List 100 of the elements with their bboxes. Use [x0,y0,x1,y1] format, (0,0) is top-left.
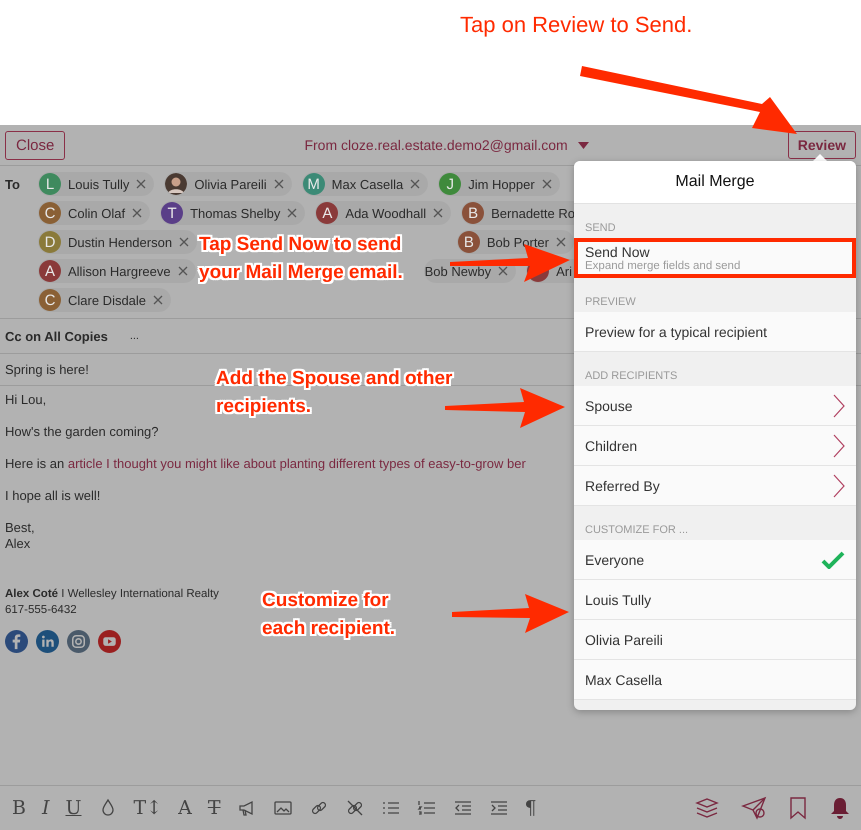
instagram-icon[interactable] [67,630,90,653]
remove-icon[interactable] [542,179,552,189]
linkedin-icon[interactable] [36,630,59,653]
chevron-icon [833,474,845,498]
format-button[interactable]: U [65,797,82,819]
caret-icon[interactable] [578,142,589,148]
recipient-name: Clare Disdale [68,292,146,308]
avatar: T [161,202,184,224]
remove-icon[interactable] [132,208,142,218]
menu-item[interactable]: Preview for a typical recipient [574,312,856,352]
remove-icon[interactable] [410,179,420,189]
recipient-name: Bob Newby [424,264,492,278]
remove-icon[interactable] [179,237,190,247]
recipient-name: Thomas Shelby [190,206,280,220]
recipient-name: Allison Hargreeve [68,264,171,278]
item-title: Children [585,438,638,454]
remove-icon[interactable] [498,266,508,276]
item-title: Max Casella [585,672,662,688]
avatar: A [316,202,338,224]
avatar: A [39,260,61,282]
recipient-chip[interactable]: C Clare Disdale [38,288,172,312]
signature-line: Alex Coté I Wellesley International Realty [5,587,219,602]
remove-icon[interactable] [274,179,284,189]
bookmark-icon[interactable] [789,796,807,820]
recipient-chip[interactable]: T Thomas Shelby [160,201,306,225]
format-button[interactable]: T↕ [134,797,162,819]
recipient-name: Bob Porter [486,234,549,250]
item-subtitle: Expand merge fields and send [585,260,740,272]
recipient-name: Max Casella [332,176,404,192]
recipient-name: Ari [556,264,572,278]
avatar: B [462,202,484,224]
recipient-chip[interactable]: B Bernadette Ro [461,201,577,225]
recipient-chip[interactable]: L Louis Tully [38,172,154,196]
item-title: Referred By [585,478,660,494]
menu-item[interactable]: Spouse [574,386,856,426]
menu-item[interactable]: Send Now Expand merge fields and send [574,238,856,278]
recipient-chip[interactable]: A Allison Hargreeve [38,259,196,283]
youtube-icon[interactable] [98,630,121,653]
close-button[interactable]: Close [5,130,66,160]
remove-icon[interactable] [153,295,164,305]
format-button[interactable]: I [42,797,50,819]
chevron-icon [833,394,845,418]
item-title: Preview for a typical recipient [585,324,768,340]
remove-icon[interactable] [136,179,146,189]
sender-address[interactable]: From cloze.real.estate.demo2@gmail.com [304,137,568,153]
body-paragraph: How's the garden coming? [5,424,159,440]
section-label: SEND [585,222,616,234]
menu-item[interactable]: Referred By [574,466,856,506]
avatar: C [39,202,61,224]
layers-icon[interactable] [695,796,719,820]
bell-icon[interactable] [829,796,851,820]
recipient-chip[interactable]: D Dustin Henderson [38,230,198,254]
body-closing: Best, Alex [5,520,35,552]
recipient-name: Louis Tully [68,176,130,192]
remove-icon[interactable] [433,208,444,218]
section-label: ADD RECIPIENTS [585,370,678,382]
avatar: M [302,173,325,195]
item-title: Louis Tully [585,592,652,608]
recipient-chip[interactable]: Olivia Pareili [164,172,292,196]
subject-field[interactable]: Spring is here! [5,362,89,377]
body-paragraph: Hi Lou, [5,392,46,408]
recipient-name: Ada Woodhall [345,206,426,220]
chevron-icon [833,434,845,458]
item-title: Everyone [585,552,644,568]
recipient-chip[interactable]: A Ada Woodhall [315,201,452,225]
recipient-chip[interactable]: B Bob Porter [456,230,574,254]
recipient-chip[interactable]: C Colin Olaf [38,201,150,225]
body-paragraph: I hope all is well! [5,488,100,504]
recipient-chip[interactable]: M Max Casella [302,172,428,196]
avatar: C [39,289,61,311]
item-title: Send Now [585,244,651,260]
avatar: J [439,173,462,195]
facebook-icon[interactable] [5,630,28,653]
menu-option[interactable]: Max Casella [574,660,856,700]
format-button[interactable]: B [12,797,26,819]
avatar: B [458,231,480,253]
format-button[interactable]: T [208,797,221,819]
menu-option[interactable]: Everyone [574,540,856,580]
callout-text: Customize for each recipient. [262,589,396,641]
remove-icon[interactable] [287,208,298,218]
check-icon [821,550,845,568]
remove-icon[interactable] [556,237,566,247]
to-label: To [5,176,21,194]
recipient-chip[interactable]: J Jim Hopper [438,172,560,196]
unlink-icon[interactable] [344,798,365,818]
menu-item[interactable]: Children [574,426,856,466]
format-button[interactable]: A [178,797,192,819]
remove-icon[interactable] [178,266,188,276]
item-title: Spouse [585,398,632,414]
menu-title: Mail Merge [574,161,856,204]
menu-option[interactable]: Louis Tully [574,580,856,620]
send-icon[interactable] [741,796,767,820]
menu-option[interactable]: Olivia Pareili [574,620,856,660]
more-button[interactable]: ... [130,330,139,342]
recipient-name: Colin Olaf [68,206,126,220]
body-paragraph: Here is an article I thought you might like about planting different types of easy-to-grow ber [5,456,526,472]
avatar: D [39,231,61,253]
format-button[interactable]: ¶ [524,797,537,819]
article-link[interactable]: article I thought you might like about planting different types of easy-to-grow ber [68,456,526,471]
recipient-name: Dustin Henderson [68,234,172,250]
